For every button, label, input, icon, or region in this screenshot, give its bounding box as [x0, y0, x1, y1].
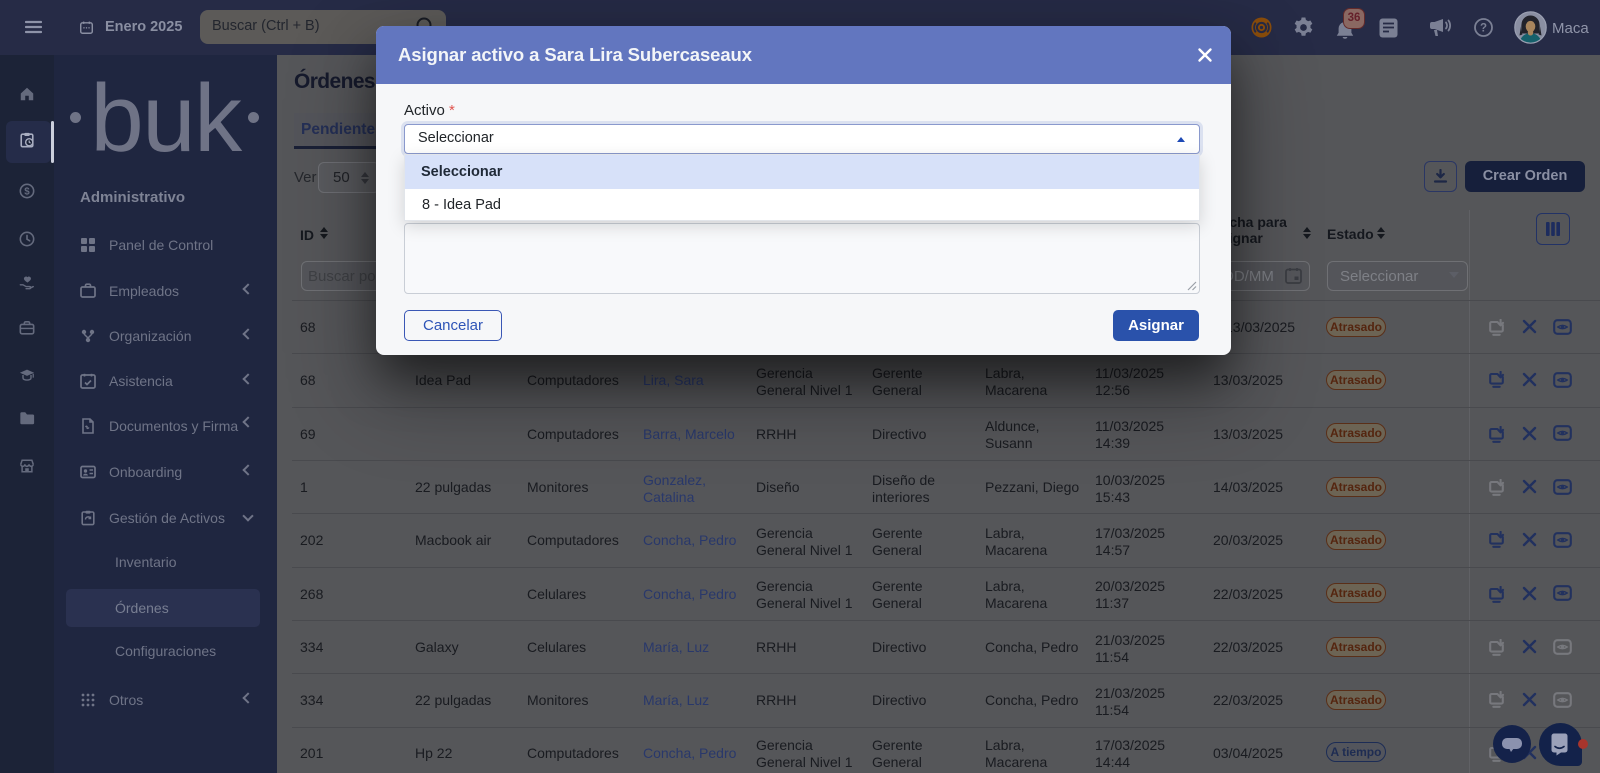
svg-text:$: $	[24, 187, 30, 198]
svg-text:?: ?	[1480, 23, 1487, 35]
